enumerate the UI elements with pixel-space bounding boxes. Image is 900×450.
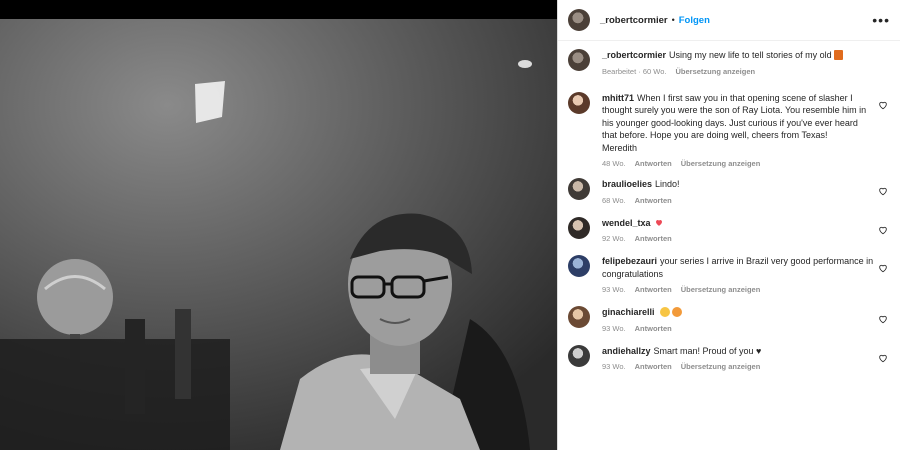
caption-translate-link[interactable]: Übersetzung anzeigen [675, 67, 755, 76]
comment-username[interactable]: felipebezauri [602, 256, 657, 266]
post-photo[interactable] [0, 0, 557, 450]
comment-username[interactable]: braulioelies [602, 179, 652, 189]
comment-item: ginachiarelli 93 Wo. Antworten [568, 306, 890, 333]
comment-text: Lindo! [655, 179, 680, 189]
caption-edited-time: Bearbeitet · 60 Wo. [602, 66, 667, 76]
commenter-avatar[interactable] [568, 178, 590, 200]
caption: _robertcormier Using my new life to tell … [568, 49, 890, 76]
follow-button[interactable]: Folgen [679, 15, 710, 26]
comment-time: 93 Wo. [602, 323, 626, 333]
comment-item: mhitt71 When I first saw you in that open… [568, 91, 890, 168]
commenter-avatar[interactable] [568, 216, 590, 239]
reply-button[interactable]: Antworten [635, 324, 672, 333]
commenter-avatar[interactable] [568, 344, 590, 367]
comment-item: andiehallzy Smart man! Proud of you ♥ 93 … [568, 344, 890, 371]
comment-time: 68 Wo. [602, 195, 626, 205]
comment-time: 93 Wo. [602, 285, 626, 294]
author-avatar[interactable] [568, 9, 590, 31]
comments-list[interactable]: _robertcormier Using my new life to tell … [558, 41, 900, 371]
commenter-avatar[interactable] [568, 91, 590, 114]
comment-signature: Meredith [602, 142, 638, 153]
instagram-post-view: _robertcormier • Folgen ••• _robertcormi… [0, 0, 900, 450]
comment-text: Smart man! Proud of you ♥ [653, 345, 762, 356]
comment-username[interactable]: mhitt71 [602, 93, 634, 103]
caption-text: Using my new life to tell stories of my … [669, 50, 832, 60]
reply-button[interactable]: Antworten [635, 285, 672, 294]
book-emoji-icon [833, 50, 843, 60]
reply-button[interactable]: Antworten [635, 159, 672, 168]
comment-username[interactable]: ginachiarelli [602, 307, 655, 317]
separator-dot: • [671, 15, 675, 25]
like-heart-icon[interactable] [878, 314, 888, 324]
caption-author-avatar[interactable] [568, 49, 590, 71]
comment-username[interactable]: andiehallzy [602, 346, 651, 356]
red-heart-emoji-icon [655, 219, 662, 226]
caption-username[interactable]: _robertcormier [602, 50, 666, 60]
comment-text: When I first saw you in that opening sce… [602, 92, 867, 141]
reply-button[interactable]: Antworten [635, 362, 672, 371]
comment-time: 48 Wo. [602, 159, 626, 168]
black-white-portrait-image [0, 19, 557, 450]
comments-panel: _robertcormier • Folgen ••• _robertcormi… [557, 0, 900, 450]
clapping-hands-emoji-icon [659, 307, 670, 317]
like-heart-icon[interactable] [878, 186, 888, 196]
post-header: _robertcormier • Folgen ••• [558, 0, 900, 41]
like-heart-icon[interactable] [878, 353, 888, 363]
comment-item: braulioelies Lindo! 68 Wo. Antworten [568, 178, 890, 205]
translate-link[interactable]: Übersetzung anzeigen [681, 362, 761, 371]
like-heart-icon[interactable] [878, 100, 888, 110]
more-options-icon[interactable]: ••• [872, 12, 890, 28]
portrait-illustration [0, 19, 557, 450]
translate-link[interactable]: Übersetzung anzeigen [681, 285, 761, 294]
comment-time: 92 Wo. [602, 234, 626, 243]
like-heart-icon[interactable] [878, 263, 888, 273]
author-username[interactable]: _robertcormier [600, 15, 668, 26]
comment-username[interactable]: wendel_txa [602, 218, 651, 228]
commenter-avatar[interactable] [568, 306, 590, 328]
reply-button[interactable]: Antworten [635, 196, 672, 205]
commenter-avatar[interactable] [568, 255, 590, 277]
star-struck-emoji-icon [671, 307, 682, 317]
like-heart-icon[interactable] [878, 225, 888, 235]
comment-item: wendel_txa 92 Wo. Antworten [568, 216, 890, 243]
comment-time: 93 Wo. [602, 362, 626, 371]
translate-link[interactable]: Übersetzung anzeigen [681, 159, 761, 168]
comment-item: felipebezauri your series I arrive in Bra… [568, 255, 890, 294]
reply-button[interactable]: Antworten [635, 234, 672, 243]
